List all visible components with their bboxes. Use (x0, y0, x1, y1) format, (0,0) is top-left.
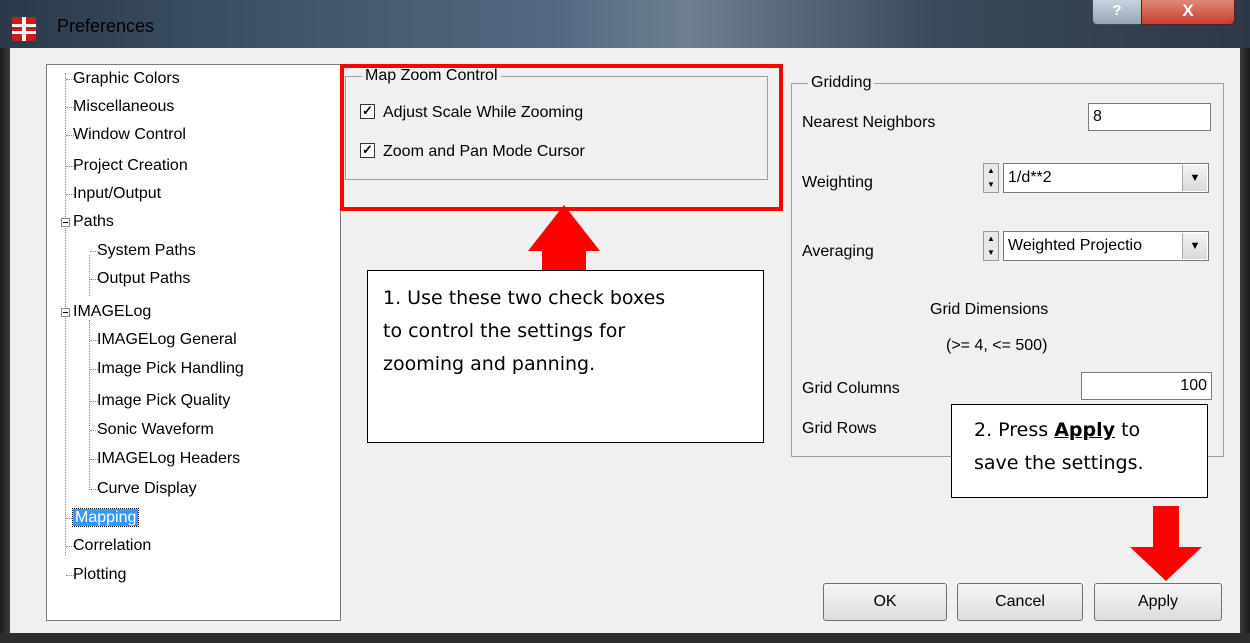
grid-rows-label: Grid Rows (802, 420, 877, 437)
averaging-value: Weighted Projectio (1008, 237, 1142, 254)
tree-item-label: Image Pick Quality (97, 392, 231, 409)
tree-item-label: IMAGELog Headers (97, 450, 241, 467)
tree-item-label: Miscellaneous (73, 98, 175, 115)
grid-columns-input[interactable]: 100 (1081, 372, 1212, 400)
tree-item-label: IMAGELog (73, 303, 152, 320)
tree-item-imagelog-headers[interactable]: IMAGELog Headers (97, 449, 240, 469)
tree-item-mapping[interactable]: Mapping (71, 508, 140, 528)
window-title: Preferences (57, 16, 155, 36)
tree-item-imagelog-general[interactable]: IMAGELog General (97, 330, 237, 350)
chevron-down-icon[interactable]: ▼ (1182, 165, 1207, 191)
tree-item-label: Image Pick Handling (97, 360, 244, 377)
tree-item-label: Input/Output (73, 185, 162, 202)
tree-item-graphic-colors[interactable]: Graphic Colors (73, 69, 180, 89)
tree-item-window-control[interactable]: Window Control (73, 125, 186, 145)
cancel-button[interactable]: Cancel (957, 583, 1083, 621)
spin-down-icon[interactable]: ▼ (984, 246, 998, 260)
tree-item-imagelog[interactable]: IMAGELog (73, 302, 151, 322)
spin-up-icon[interactable]: ▲ (984, 232, 998, 246)
tree-item-plotting[interactable]: Plotting (73, 565, 126, 585)
tree-item-sonic-waveform[interactable]: Sonic Waveform (97, 420, 214, 440)
weighting-label: Weighting (802, 174, 873, 191)
tree-item-project-creation[interactable]: Project Creation (73, 156, 188, 176)
weighting-value: 1/d**2 (1008, 169, 1052, 186)
tree-item-label: Curve Display (97, 480, 197, 497)
highlight-box (340, 64, 783, 211)
arrow-down-icon (1130, 547, 1202, 581)
grid-columns-label: Grid Columns (802, 380, 900, 397)
averaging-spinner[interactable]: ▲ ▼ (983, 231, 999, 261)
tree-item-output-paths[interactable]: Output Paths (97, 269, 190, 289)
close-button[interactable]: X (1141, 0, 1235, 25)
gridding-legend: Gridding (811, 74, 872, 91)
grid-dimensions-range: (>= 4, <= 500) (946, 337, 1048, 354)
callout-checkboxes: 1. Use these two check boxes to control … (367, 270, 764, 443)
callout-two-bold: Apply (1054, 419, 1116, 441)
nearest-neighbors-input[interactable]: 8 (1088, 103, 1211, 131)
preferences-window: Preferences ? X Graphic Colors Miscellan… (0, 0, 1250, 643)
weighting-spinner[interactable]: ▲ ▼ (983, 163, 999, 193)
tree-item-image-pick-handling[interactable]: Image Pick Handling (97, 359, 244, 379)
tree-item-label: Correlation (73, 537, 152, 554)
tree-connector (89, 255, 90, 296)
tree-item-system-paths[interactable]: System Paths (97, 241, 196, 261)
window-frame-bottom (0, 633, 1250, 643)
averaging-label: Averaging (802, 243, 874, 260)
callout-two-line2: save the settings. (974, 452, 1144, 474)
dialog-client-area: Graphic Colors Miscellaneous Window Cont… (10, 48, 1240, 633)
tree-item-curve-display[interactable]: Curve Display (97, 479, 197, 499)
tree-item-label: Project Creation (73, 157, 188, 174)
tree-item-label: Mapping (71, 508, 140, 527)
tree-item-paths[interactable]: Paths (73, 212, 114, 232)
apply-button[interactable]: Apply (1094, 583, 1222, 621)
tree-item-label: Plotting (73, 566, 127, 583)
spin-down-icon[interactable]: ▼ (984, 178, 998, 192)
callout-one-line2: to control the settings for (383, 320, 626, 342)
tree-item-label: Paths (73, 213, 114, 230)
tree-item-label: System Paths (97, 242, 196, 259)
weighting-select[interactable]: 1/d**2 ▼ (1003, 163, 1209, 193)
arrow-down-shaft (1153, 506, 1179, 548)
callout-one-line1: 1. Use these two check boxes (383, 287, 666, 309)
callout-two-line1: 2. Press Apply to (974, 414, 1207, 447)
tree-item-label: Window Control (73, 126, 186, 143)
arrow-up-icon (528, 205, 600, 251)
ok-button[interactable]: OK (823, 583, 947, 621)
callout-one-line3: zooming and panning. (383, 353, 596, 375)
window-frame-left (0, 48, 10, 643)
collapse-icon[interactable] (61, 308, 70, 317)
tree-item-correlation[interactable]: Correlation (73, 536, 151, 556)
app-icon (12, 17, 36, 41)
tree-item-label: Graphic Colors (73, 70, 180, 87)
spin-up-icon[interactable]: ▲ (984, 164, 998, 178)
tree-item-label: Output Paths (97, 270, 191, 287)
callout-two-suffix: to (1115, 419, 1141, 441)
tree-connector (89, 320, 90, 490)
callout-two-prefix: 2. Press (974, 419, 1055, 441)
tree-item-label: Sonic Waveform (97, 421, 214, 438)
chevron-down-icon[interactable]: ▼ (1182, 233, 1207, 259)
averaging-select[interactable]: Weighted Projectio ▼ (1003, 231, 1209, 261)
title-bar[interactable]: Preferences ? X (0, 0, 1250, 48)
tree-item-miscellaneous[interactable]: Miscellaneous (73, 97, 174, 117)
callout-apply: 2. Press Apply to save the settings. (951, 404, 1208, 498)
collapse-icon[interactable] (61, 218, 70, 227)
tree-item-label: IMAGELog General (97, 331, 237, 348)
help-button[interactable]: ? (1092, 0, 1142, 25)
tree-item-input-output[interactable]: Input/Output (73, 184, 161, 204)
preferences-tree[interactable]: Graphic Colors Miscellaneous Window Cont… (46, 64, 341, 621)
tree-item-image-pick-quality[interactable]: Image Pick Quality (97, 391, 230, 411)
nearest-neighbors-label: Nearest Neighbors (802, 114, 936, 131)
window-frame-right (1240, 48, 1250, 643)
grid-dimensions-label: Grid Dimensions (930, 301, 1049, 318)
